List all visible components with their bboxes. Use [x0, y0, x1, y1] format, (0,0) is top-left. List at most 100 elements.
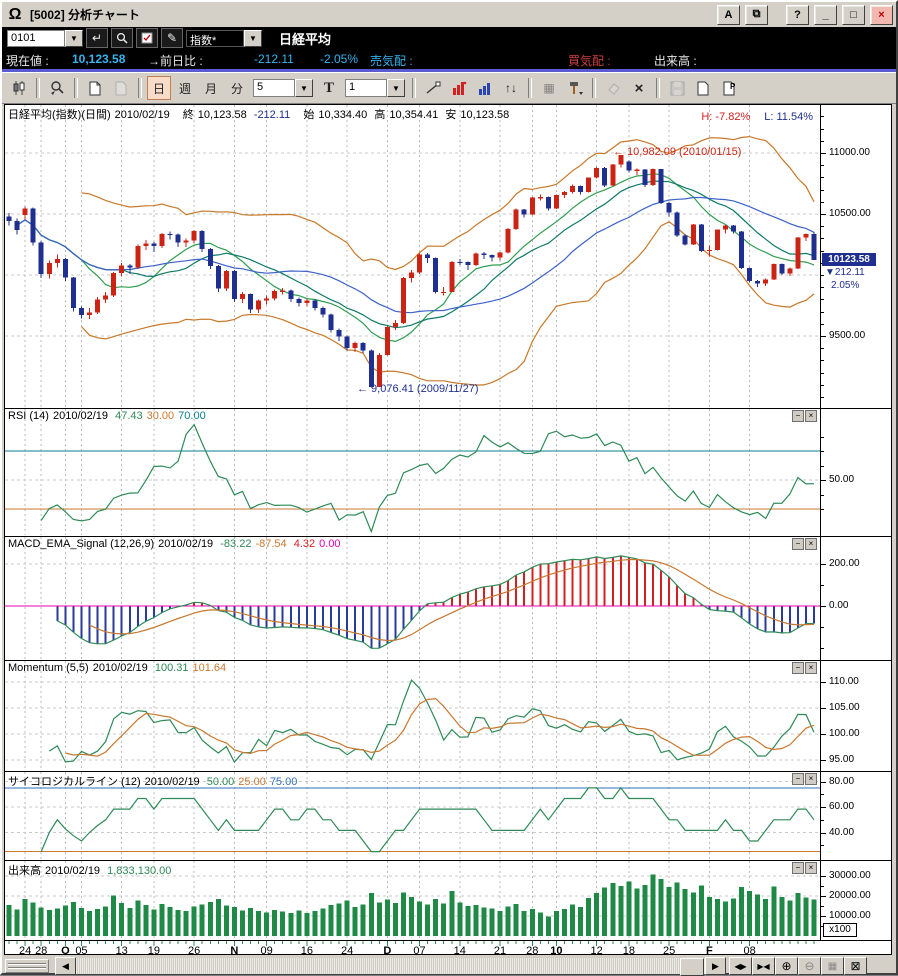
- zoom-out-button[interactable]: ⊖: [798, 957, 821, 975]
- category-combo[interactable]: 指数* ▼: [186, 30, 262, 47]
- axis-label: 100.00: [829, 728, 860, 739]
- register-list-button[interactable]: [136, 28, 158, 48]
- trendline-button[interactable]: [421, 76, 445, 100]
- macd-axis[interactable]: 200.00 0.00: [820, 537, 891, 660]
- axis-label: 200.00: [829, 558, 860, 569]
- close-panel-button[interactable]: ×: [805, 538, 817, 550]
- rsi-plot[interactable]: [5, 409, 821, 535]
- axis-minor-tick: [821, 238, 824, 239]
- ask-label: 売気配 :: [370, 52, 413, 69]
- axis-minor-tick: [821, 312, 824, 313]
- new-chart-button[interactable]: [83, 76, 107, 100]
- momentum-axis[interactable]: 110.00105.00100.0095.00: [820, 661, 891, 771]
- help-button[interactable]: ?: [786, 5, 809, 25]
- chevron-down-icon[interactable]: ▼: [295, 79, 313, 97]
- minute-interval-value[interactable]: 5: [253, 79, 295, 97]
- chevron-down-icon[interactable]: ▼: [387, 79, 405, 97]
- splitter-handle[interactable]: [5, 959, 49, 973]
- minimize-panel-button[interactable]: −: [792, 862, 804, 874]
- grid-view-button[interactable]: ▦: [821, 957, 844, 975]
- scrollbar-thumb[interactable]: [680, 958, 704, 976]
- axis-tick: [821, 896, 826, 897]
- axis-minor-tick: [821, 116, 824, 117]
- x-axis-label: 05: [70, 945, 92, 955]
- save-button[interactable]: [665, 76, 689, 100]
- scrollbar-track[interactable]: [76, 958, 705, 974]
- count-combo[interactable]: 1 ▼: [345, 79, 405, 97]
- count-value[interactable]: 1: [345, 79, 387, 97]
- macd-plot[interactable]: [5, 537, 821, 659]
- minimize-panel-button[interactable]: −: [792, 773, 804, 785]
- annotation-button[interactable]: A: [717, 5, 740, 25]
- close-view-button[interactable]: ⊠: [844, 957, 867, 975]
- momentum-plot[interactable]: [5, 661, 821, 770]
- scroll-right-button[interactable]: ▶: [705, 957, 726, 975]
- volume-unit-label: x100: [823, 923, 857, 937]
- axis-minor-tick: [821, 437, 824, 438]
- collapse-range-button[interactable]: ▶◀: [752, 957, 775, 975]
- axis-tick: [821, 833, 826, 834]
- close-button[interactable]: ×: [870, 5, 893, 25]
- close-panel-button[interactable]: ×: [805, 773, 817, 785]
- axis-label: 95.00: [829, 754, 854, 765]
- sort-updown-button[interactable]: ↑↓: [499, 76, 523, 100]
- minimize-panel-button[interactable]: −: [792, 410, 804, 422]
- minimize-panel-button[interactable]: −: [792, 662, 804, 674]
- close-panel-button[interactable]: ×: [805, 410, 817, 422]
- chart-settings-button[interactable]: [563, 76, 587, 100]
- x-axis-label: 18: [618, 945, 640, 955]
- volume-panel: 出来高2010/02/19 1,833,130.00 − × x100 3000…: [5, 860, 891, 940]
- x-axis-label: 13: [111, 945, 133, 955]
- print-preview-button[interactable]: [691, 76, 715, 100]
- category-dropdown-button[interactable]: ▼: [244, 30, 262, 47]
- symbol-dropdown-button[interactable]: ▼: [65, 30, 83, 47]
- delete-all-button[interactable]: ×: [627, 76, 651, 100]
- indicator-sub-button[interactable]: [473, 76, 497, 100]
- toolbar-separator: [656, 78, 660, 98]
- indicator-overlay-button[interactable]: [447, 76, 471, 100]
- x-axis-label: 16: [296, 945, 318, 955]
- axis-label: 0.00: [829, 600, 848, 611]
- zoom-tool-button[interactable]: [45, 76, 69, 100]
- axis-tick: [821, 734, 826, 735]
- rsi-axis[interactable]: 50.00: [820, 409, 891, 536]
- period-week-button[interactable]: 週: [173, 76, 197, 100]
- blue-bars-icon: [477, 80, 493, 96]
- period-day-button[interactable]: 日: [147, 76, 171, 100]
- close-panel-button[interactable]: ×: [805, 662, 817, 674]
- scroll-left-button[interactable]: ◀: [55, 957, 76, 975]
- price-axis[interactable]: 10123.58 ▼212.11 2.05% 11000.0010500.009…: [820, 105, 891, 408]
- text-tool-button[interactable]: T: [317, 76, 341, 100]
- symbol-search-button[interactable]: [111, 28, 133, 48]
- symbol-code-combo[interactable]: 0101 ▼: [7, 30, 83, 47]
- grid-toggle-button[interactable]: ▦: [537, 76, 561, 100]
- submit-symbol-button[interactable]: ↵: [86, 28, 108, 48]
- duplicate-chart-button[interactable]: [109, 76, 133, 100]
- axis-minor-tick: [821, 794, 824, 795]
- toolbar-separator: [592, 78, 596, 98]
- zoom-in-button[interactable]: ⊕: [775, 957, 798, 975]
- axis-minor-tick: [821, 360, 824, 361]
- chart-type-button[interactable]: [7, 76, 31, 100]
- axis-minor-tick: [821, 509, 824, 510]
- close-panel-button[interactable]: ×: [805, 862, 817, 874]
- psych-axis[interactable]: 80.0060.0040.00: [820, 772, 891, 860]
- clear-draw-button[interactable]: ✎: [161, 28, 183, 48]
- axis-tick: [821, 480, 826, 481]
- minimize-button[interactable]: _: [814, 5, 837, 25]
- minimize-panel-button[interactable]: −: [792, 538, 804, 550]
- print-button[interactable]: P: [717, 76, 741, 100]
- expand-range-button[interactable]: ◀▶: [729, 957, 752, 975]
- title-bar[interactable]: Ω [5002] 分析チャート A ⧉ ? _ □ ×: [2, 2, 896, 27]
- symbol-code-input[interactable]: 0101: [7, 30, 65, 47]
- period-minute-button[interactable]: 分: [225, 76, 249, 100]
- volume-axis[interactable]: x100 30000.0020000.0010000.00: [820, 861, 891, 940]
- eraser-button[interactable]: [601, 76, 625, 100]
- minute-interval-combo[interactable]: 5 ▼: [253, 79, 313, 97]
- axis-minor-tick: [821, 886, 824, 887]
- category-value[interactable]: 指数*: [186, 30, 244, 47]
- maximize-button[interactable]: □: [842, 5, 865, 25]
- copy-window-button[interactable]: ⧉: [745, 5, 768, 25]
- period-month-button[interactable]: 月: [199, 76, 223, 100]
- axis-minor-tick: [821, 906, 824, 907]
